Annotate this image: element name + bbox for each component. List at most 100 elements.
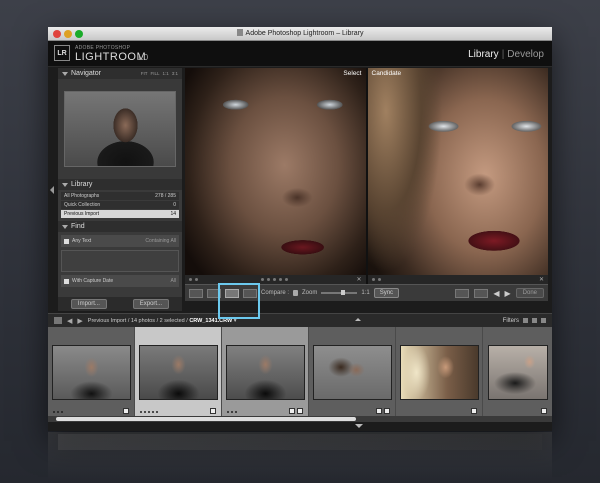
window-reflection <box>48 432 552 483</box>
zoom-1-1[interactable]: 1:1 <box>162 71 168 76</box>
filters-bar: Filters <box>503 318 546 324</box>
filmstrip-cell[interactable] <box>396 327 483 417</box>
library-item-quick-collection[interactable]: Quick Collection 0 <box>61 201 179 209</box>
flag-icon[interactable] <box>189 278 192 281</box>
filmstrip-thumbnail[interactable] <box>225 344 305 400</box>
candidate-label: Candidate <box>371 70 402 77</box>
module-picker: Library | Develop <box>468 49 544 60</box>
module-separator: | <box>501 49 505 60</box>
zoom-fill[interactable]: FILL <box>150 71 159 76</box>
toolbar-right: ◀ ▶ Done <box>455 288 544 298</box>
badge-icon <box>210 408 216 414</box>
filmstrip-top-marker-icon <box>355 318 361 321</box>
candidate-pane-bar: ✕ <box>367 275 548 284</box>
library-item-previous-import[interactable]: Previous Import 14 <box>61 210 179 218</box>
filmstrip-cell[interactable] <box>48 327 135 417</box>
compare-view: Select ✕ Candidate ✕ <box>185 68 548 284</box>
filmstrip-cell[interactable] <box>309 327 396 417</box>
filmstrip <box>48 327 552 422</box>
right-arrow-icon[interactable]: ▶ <box>505 289 511 298</box>
make-select-icon[interactable] <box>474 288 489 298</box>
flag-icon[interactable] <box>523 318 528 323</box>
done-button[interactable]: Done <box>515 288 544 298</box>
swap-icon[interactable] <box>455 288 470 298</box>
filmstrip-thumbnail[interactable] <box>399 344 479 400</box>
filmstrip-scrollbar[interactable] <box>48 416 552 422</box>
select-pane[interactable]: Select ✕ <box>185 68 366 284</box>
rating-dots[interactable] <box>53 411 63 413</box>
filmstrip-thumbnail[interactable] <box>51 344 131 400</box>
left-panel-toggle-icon[interactable] <box>50 186 54 194</box>
left-arrow-icon[interactable]: ◀ <box>67 317 72 325</box>
badge-icon <box>541 408 547 414</box>
app-header: LR ADOBE PHOTOSHOP LIGHTROOM 1.0 Library… <box>48 41 552 67</box>
filmstrip-thumbnail[interactable] <box>487 344 548 400</box>
compare-label: Compare : <box>261 290 290 296</box>
close-icon[interactable]: ✕ <box>539 276 544 283</box>
left-arrow-icon[interactable]: ◀ <box>493 289 499 298</box>
zoom-fit[interactable]: FIT <box>141 71 148 76</box>
sync-button[interactable]: Sync <box>373 288 400 298</box>
find-text-input[interactable] <box>61 250 179 272</box>
select-rating[interactable] <box>261 278 288 281</box>
navigator-header[interactable]: Navigator FIT FILL 1:1 3:1 <box>58 68 182 79</box>
filmstrip-cell[interactable] <box>483 327 552 417</box>
filmstrip-thumbnail[interactable] <box>138 344 218 400</box>
left-panel: Navigator FIT FILL 1:1 3:1 Library All P… <box>58 68 182 311</box>
grid-view-icon[interactable] <box>189 288 203 298</box>
navigator-zoom-options: FIT FILL 1:1 3:1 <box>141 71 178 76</box>
navigator-preview <box>58 79 182 179</box>
navigator-thumbnail[interactable] <box>64 91 176 167</box>
library-list: All Photographs 278 / 285 Quick Collectio… <box>58 190 182 221</box>
title-bar: Adobe Photoshop Lightroom – Library <box>48 27 552 41</box>
export-button[interactable]: Export... <box>132 299 170 309</box>
filmstrip-bottom-marker-icon <box>355 424 363 428</box>
select-photo[interactable] <box>185 68 366 284</box>
find-date-checkbox[interactable] <box>64 278 69 284</box>
find-text-filter[interactable]: Any Text Containing All <box>61 235 179 247</box>
library-item-all-photographs[interactable]: All Photographs 278 / 285 <box>61 192 179 200</box>
rating-dots[interactable] <box>227 411 237 413</box>
badge-icon <box>297 408 303 414</box>
disclosure-triangle-icon <box>62 182 68 187</box>
lr-logo: LR <box>54 45 70 61</box>
brand-version: 1.0 <box>137 53 149 62</box>
disclosure-triangle-icon <box>62 71 68 76</box>
filmstrip-cell-selected[interactable] <box>135 327 222 417</box>
zoom-slider[interactable] <box>321 290 358 295</box>
flag-icon[interactable] <box>377 278 381 281</box>
find-header[interactable]: Find <box>58 221 182 232</box>
filmstrip-thumbnail[interactable] <box>312 344 392 400</box>
right-arrow-icon[interactable]: ▶ <box>77 317 82 325</box>
candidate-pane[interactable]: Candidate ✕ <box>367 68 548 284</box>
module-develop[interactable]: Develop <box>507 49 544 60</box>
zoom-3-1[interactable]: 3:1 <box>172 71 178 76</box>
filmstrip-cell-candidate[interactable] <box>222 327 309 417</box>
zoom-value: 1:1 <box>361 290 370 296</box>
reflection-band <box>58 434 542 450</box>
badge-icon <box>289 408 295 414</box>
filmstrip-scroll-thumb[interactable] <box>56 417 356 421</box>
find-date-filter[interactable]: With Capture Date All <box>61 275 179 287</box>
disclosure-triangle-icon <box>62 224 68 229</box>
flag-icon[interactable] <box>371 278 375 281</box>
import-button[interactable]: Import... <box>70 299 107 309</box>
flag-icon[interactable] <box>532 318 537 323</box>
second-window-icon[interactable] <box>54 317 62 324</box>
badge-icon <box>123 408 129 414</box>
source-breadcrumb[interactable]: Previous Import / 14 photos / 2 selected… <box>88 318 237 324</box>
select-pane-bar: ✕ <box>185 275 366 284</box>
flag-icon[interactable] <box>195 278 198 281</box>
filmstrip-header: ◀ ▶ Previous Import / 14 photos / 2 sele… <box>48 313 552 327</box>
document-icon <box>236 29 243 36</box>
module-library[interactable]: Library <box>468 49 499 60</box>
lock-icon[interactable] <box>293 290 299 296</box>
zoom-label: Zoom <box>302 290 318 296</box>
close-icon[interactable]: ✕ <box>356 276 361 283</box>
filters-label[interactable]: Filters <box>503 318 519 324</box>
library-header[interactable]: Library <box>58 179 182 190</box>
flag-icon[interactable] <box>541 318 546 323</box>
candidate-photo[interactable] <box>367 68 548 284</box>
find-text-checkbox[interactable] <box>64 238 69 244</box>
rating-dots[interactable] <box>140 411 158 413</box>
